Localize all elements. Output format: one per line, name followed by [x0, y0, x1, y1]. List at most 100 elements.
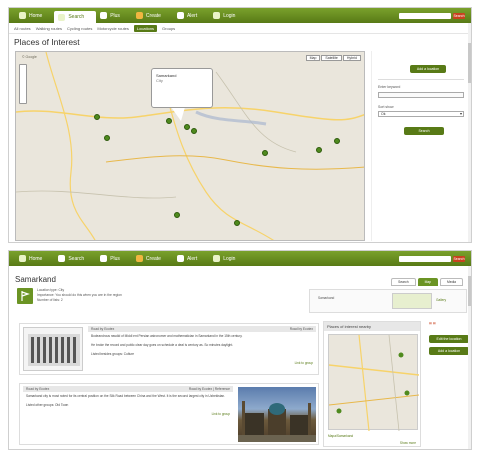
search-button[interactable]: Search	[404, 127, 444, 135]
map-marker[interactable]	[174, 212, 180, 218]
map-marker[interactable]	[166, 118, 172, 124]
card-groups[interactable]: Listed besides groups: Culture	[88, 350, 316, 359]
nav-search[interactable]: Search	[54, 11, 97, 23]
nav-plus[interactable]: Plus	[96, 251, 132, 266]
nav-plus[interactable]: Plus	[96, 8, 132, 23]
search-icon	[58, 255, 66, 262]
map-marker[interactable]	[184, 124, 190, 130]
nav-alert[interactable]: Alert	[173, 251, 209, 266]
nav-login[interactable]: Login	[209, 8, 247, 23]
add-location-button[interactable]: Add a location	[429, 347, 469, 355]
card-more-link[interactable]: Link to group	[23, 410, 233, 419]
top-search-input[interactable]	[399, 12, 451, 19]
location-search-panel: Add a location Enter keyword Sort show O…	[371, 51, 467, 241]
map-marker[interactable]	[316, 147, 322, 153]
card-text-2: He broke the record and public clear day…	[91, 343, 234, 347]
add-location-button[interactable]: Add a location	[410, 65, 446, 73]
alert-icon	[176, 255, 184, 262]
page-title: Places of Interest	[14, 37, 80, 47]
nav-plus-label: Plus	[110, 12, 120, 19]
card-text: Bodeandrous rawdid of Middl ent Persian …	[91, 334, 243, 338]
nearby-map[interactable]	[328, 334, 420, 432]
home-icon	[19, 12, 26, 19]
zoom-control[interactable]	[19, 64, 27, 104]
card-body: Road by Ecotex Road by Ecotex | Reference…	[23, 386, 233, 419]
story-card: Road by Ecotex Road by Ecotex Bodeandrous…	[19, 323, 319, 375]
card-text: Samarkand city is most noted for its cen…	[26, 394, 226, 398]
card-author: Road by Ecotex	[26, 387, 50, 391]
nearby-actions: ▤ ▤ Edit the location Add a location	[429, 321, 469, 355]
map-marker[interactable]	[94, 114, 100, 120]
card-body: Road by Ecotex Road by Ecotex Bodeandrous…	[88, 326, 316, 368]
map-copyright: © Google	[22, 55, 37, 59]
scrollbar-thumb[interactable]	[468, 276, 471, 306]
login-icon	[213, 255, 221, 262]
keyword-input[interactable]	[378, 92, 464, 98]
bubble-text: City	[156, 78, 163, 83]
subnav-walking-routes[interactable]: Walking routes	[36, 26, 62, 31]
nav-home[interactable]: Home	[15, 251, 54, 266]
location-detail-screen: Home Search Plus Create Alert Login Sear…	[8, 250, 472, 450]
tab-search[interactable]: Search	[391, 278, 416, 286]
map-type-map[interactable]: Map	[305, 55, 321, 61]
nav-login[interactable]: Login	[209, 251, 247, 266]
map-marker[interactable]	[191, 128, 197, 134]
map-type-hybrid[interactable]: Hybrid	[342, 55, 361, 61]
map-marker[interactable]	[262, 150, 268, 156]
nav-alert-label: Alert	[186, 255, 198, 262]
subnav-cycling-routes[interactable]: Cycling routes	[67, 26, 92, 31]
nav-create[interactable]: Create	[132, 251, 173, 266]
subnav-groups[interactable]: Groups	[162, 26, 175, 31]
subnav-all-routes[interactable]: All routes	[14, 26, 31, 31]
card-author-right: Road by Ecotex	[289, 327, 313, 331]
nav-create[interactable]: Create	[132, 8, 173, 23]
subnav-motorcycle-routes[interactable]: Motorcycle routes	[97, 26, 129, 31]
nav-alert-label: Alert	[186, 12, 198, 19]
tab-media[interactable]: Media	[440, 278, 463, 286]
scrollbar[interactable]	[468, 266, 471, 449]
scrollbar[interactable]	[468, 23, 471, 242]
scrollbar-thumb[interactable]	[468, 43, 471, 83]
plus-icon	[100, 12, 108, 19]
locations-map[interactable]: © Google Map Satellite Hybrid Samarkand …	[15, 51, 365, 241]
location-tabs: Search Map Media	[391, 278, 463, 286]
map-type-switch: Map Satellite Hybrid	[305, 55, 361, 61]
nav-alert[interactable]: Alert	[173, 8, 209, 23]
top-navigation: Home Search Plus Create Alert Login Sear…	[9, 251, 471, 266]
top-search-button[interactable]: Search	[453, 12, 465, 19]
map-marker[interactable]	[334, 138, 340, 144]
meta-lists: Number of lists: 2	[37, 298, 63, 302]
nav-create-label: Create	[145, 12, 161, 19]
subnav-locations[interactable]: Locations	[133, 24, 158, 32]
nearby-more-link[interactable]: Show more	[400, 441, 416, 445]
nav-search[interactable]: Search	[54, 251, 96, 266]
nearby-title: Places of interest nearby	[324, 322, 420, 331]
edit-location-button[interactable]: Edit the location	[429, 335, 469, 343]
location-meta: Location type: City Importance: You shou…	[37, 288, 122, 303]
story-card: Road by Ecotex Road by Ecotex | Reference…	[19, 383, 319, 445]
share-links: ▤ ▤	[429, 321, 436, 325]
nearby-link[interactable]: Mapa/Samarkand	[328, 434, 353, 438]
sort-select[interactable]: Ok	[378, 111, 464, 117]
nav-plus-label: Plus	[110, 255, 120, 262]
pencil-icon	[135, 12, 143, 19]
nearby-panel: Places of interest nearby Mapa/Samarkand…	[323, 321, 421, 447]
nav-login-label: Login	[223, 12, 236, 19]
top-navigation: Home Search Plus Create Alert Login Sear…	[9, 8, 471, 23]
tab-map[interactable]: Map	[417, 278, 439, 286]
promo-text: Samarkand	[318, 296, 335, 300]
card-more-link[interactable]: Link to group	[88, 359, 316, 368]
top-search-button[interactable]: Search	[453, 255, 465, 262]
info-bubble-tail	[171, 107, 185, 121]
location-title: Samarkand	[15, 275, 56, 284]
pencil-icon	[135, 255, 143, 262]
registan-silhouette	[238, 401, 316, 442]
card-author: Road by Ecotex	[91, 327, 115, 331]
promo-link[interactable]: Gallery	[436, 298, 446, 302]
map-type-satellite[interactable]: Satellite	[321, 55, 342, 61]
map-marker[interactable]	[104, 135, 110, 141]
card-groups[interactable]: Listed other groups: Old Town	[23, 401, 233, 410]
nav-home[interactable]: Home	[15, 8, 54, 23]
top-search-input[interactable]	[399, 255, 451, 262]
map-marker[interactable]	[234, 220, 240, 226]
